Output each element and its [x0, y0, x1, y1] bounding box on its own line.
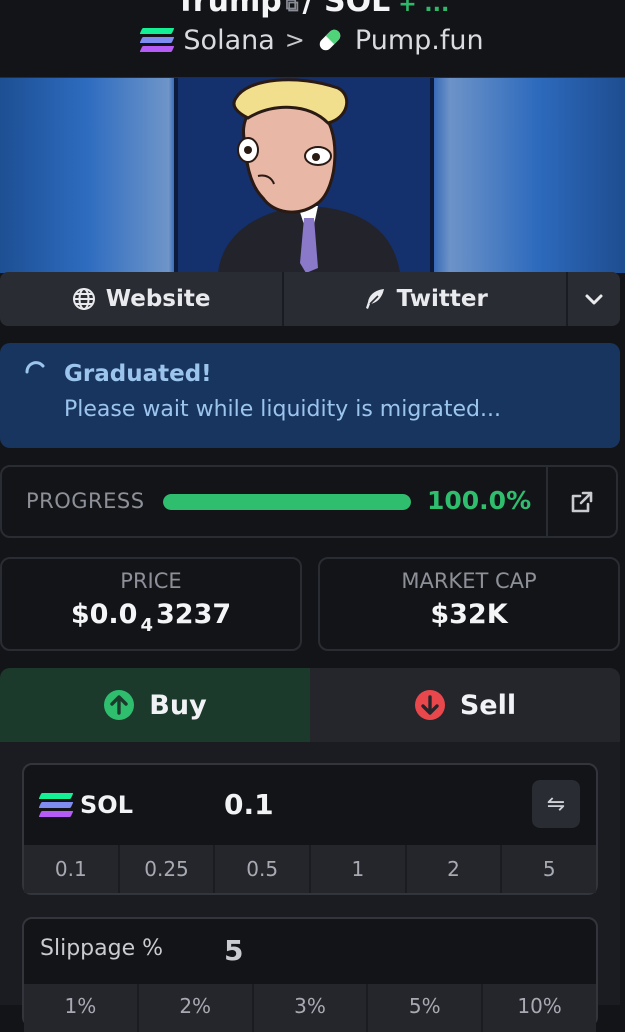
website-button[interactable]: Website	[0, 272, 285, 326]
breadcrumb-separator: >	[284, 26, 305, 54]
slippage-option[interactable]: 1%	[24, 984, 139, 1032]
price-value: $0.0 4 3237	[2, 599, 300, 636]
progress-label: PROGRESS	[26, 489, 145, 513]
market-cap-label: MARKET CAP	[401, 569, 537, 593]
arrow-up-circle-icon	[104, 690, 135, 720]
progress-bar-fill	[163, 494, 411, 510]
buy-label: Buy	[149, 689, 207, 721]
breadcrumb-chain[interactable]: Solana	[183, 25, 274, 56]
price-label: PRICE	[120, 569, 182, 593]
solana-logo-icon	[140, 28, 175, 52]
progress-bar	[163, 494, 411, 510]
slippage-input[interactable]	[224, 930, 424, 970]
quick-amount-option[interactable]: 1	[311, 845, 407, 893]
market-cap-value: $32K	[430, 599, 508, 630]
progress-value: 100.0%	[427, 486, 532, 515]
status-message: Please wait while liquidity is migrated.…	[64, 397, 501, 422]
pill-icon	[319, 29, 341, 51]
slippage-label: Slippage %	[40, 936, 163, 961]
token-banner-image	[0, 78, 625, 273]
globe-icon	[72, 288, 95, 310]
quick-amount-option[interactable]: 2	[407, 845, 503, 893]
amount-input[interactable]	[224, 784, 514, 824]
spinner-icon	[25, 361, 45, 374]
divider	[546, 467, 548, 536]
price-digits: 3237	[156, 599, 232, 630]
social-links-bar: Website Twitter	[0, 272, 620, 326]
slippage-option[interactable]: 2%	[139, 984, 254, 1032]
quick-amounts: 0.1 0.25 0.5 1 2 5	[24, 845, 596, 893]
arrow-down-circle-icon	[414, 690, 445, 720]
token-selector[interactable]: SOL	[38, 791, 133, 819]
price-prefix: $0.0	[70, 599, 138, 630]
graduated-status-panel	[0, 343, 620, 448]
twitter-label: Twitter	[396, 286, 488, 312]
market-cap-card: MARKET CAP $32K	[318, 557, 620, 651]
pair-base: Trump	[175, 0, 282, 19]
quick-amount-option[interactable]: 0.1	[24, 845, 120, 893]
price-zero-count: 4	[140, 615, 153, 636]
top-bar: Trump ⧉ / SOL + ... Solana > Pump.fun	[0, 0, 625, 78]
breadcrumb: Solana > Pump.fun	[0, 20, 625, 60]
slippage-option[interactable]: 3%	[254, 984, 369, 1032]
twitter-button[interactable]: Twitter	[284, 272, 569, 326]
website-label: Website	[105, 286, 211, 312]
quick-amount-option[interactable]: 0.5	[215, 845, 312, 893]
trade-tabs: Buy Sell	[0, 668, 620, 742]
solana-logo-icon	[38, 793, 74, 817]
slippage-option[interactable]: 10%	[483, 984, 596, 1032]
feather-icon	[365, 289, 384, 309]
chevron-down-icon	[585, 294, 603, 305]
quick-amount-option[interactable]: 5	[502, 845, 596, 893]
swap-arrows-icon: ⇋	[546, 791, 566, 817]
more-links-button[interactable]	[568, 272, 620, 326]
token-portrait	[174, 78, 434, 273]
breadcrumb-launchpad[interactable]: Pump.fun	[355, 25, 484, 56]
price-card: PRICE $0.0 4 3237	[0, 557, 302, 651]
quick-amount-option[interactable]: 0.25	[120, 845, 216, 893]
swap-direction-button[interactable]: ⇋	[532, 780, 580, 828]
sell-label: Sell	[459, 689, 517, 721]
slippage-options: 1% 2% 3% 5% 10%	[24, 984, 596, 1032]
tab-buy[interactable]: Buy	[0, 668, 310, 742]
pair-title: Trump ⧉ / SOL + ...	[0, 0, 625, 19]
slippage-option[interactable]: 5%	[368, 984, 484, 1032]
external-link-icon[interactable]	[570, 490, 594, 514]
pair-separator: /	[302, 0, 314, 19]
copy-icon[interactable]: ⧉	[286, 0, 299, 16]
tab-sell[interactable]: Sell	[310, 668, 620, 742]
status-title: Graduated!	[64, 361, 212, 387]
pair-quote: SOL	[323, 0, 391, 19]
pair-change: + ...	[398, 0, 450, 17]
token-symbol: SOL	[80, 791, 133, 819]
